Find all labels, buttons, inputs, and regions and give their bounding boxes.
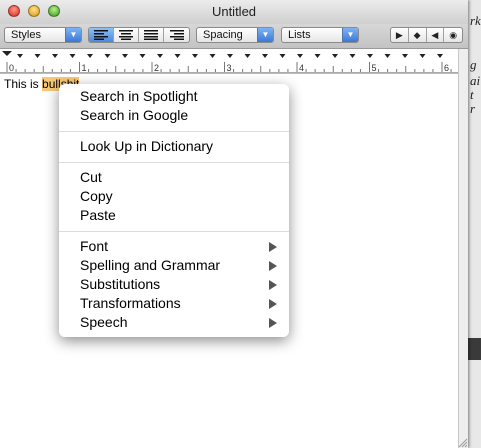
tab-stop-marker-icon	[367, 54, 373, 58]
tab-stop-marker-icon	[209, 54, 216, 58]
menu-item-transformations[interactable]: Transformations	[80, 294, 181, 313]
background-window-edge: rk g ai t r	[468, 0, 481, 448]
align-left-button[interactable]	[89, 28, 114, 42]
tab-stop-marker-icon	[384, 54, 391, 58]
window-title: Untitled	[211, 4, 257, 19]
center-tab-button[interactable]: ◆	[409, 28, 427, 42]
document-text-plain: This is	[4, 77, 43, 91]
chevron-down-icon: ▼	[65, 28, 81, 42]
tab-stop-marker-icon	[174, 54, 181, 58]
chevron-down-icon: ▼	[342, 28, 358, 42]
tab-stop-marker-icon	[34, 54, 41, 58]
tab-stop-marker-icon	[349, 54, 356, 58]
tab-stop-marker-icon	[437, 54, 443, 58]
tab-stop-marker-icon	[139, 54, 146, 58]
tab-stop-control: ▶ ◆ ◀ ◉	[390, 27, 463, 43]
ruler-scale: 0 1 2 3 4 5 6	[0, 51, 458, 73]
styles-popup[interactable]: Styles ▼	[4, 27, 82, 43]
tab-stop-marker-icon	[52, 54, 58, 58]
ruler-label: 4	[299, 63, 304, 73]
left-tab-button[interactable]: ▶	[391, 28, 409, 42]
align-justify-button[interactable]	[139, 28, 164, 42]
tab-stop-marker-icon	[419, 54, 426, 58]
context-menu: Search in Spotlight Search in Google Loo…	[59, 84, 289, 337]
align-center-icon	[119, 30, 133, 40]
menu-item-paste[interactable]: Paste	[80, 206, 116, 225]
tab-stop-marker-icon	[104, 54, 111, 58]
ruler-label: 2	[154, 63, 159, 73]
menu-separator	[59, 131, 289, 132]
lists-popup-label: Lists	[288, 29, 311, 41]
menu-item-font[interactable]: Font	[80, 237, 108, 256]
submenu-arrow-icon	[269, 299, 277, 309]
center-tab-icon: ◆	[413, 29, 421, 40]
align-center-button[interactable]	[114, 28, 139, 42]
menu-item-search-spotlight[interactable]: Search in Spotlight	[80, 87, 198, 106]
align-left-icon	[94, 30, 108, 40]
align-right-button[interactable]	[164, 28, 189, 42]
align-right-icon	[169, 30, 184, 40]
tab-stop-marker-icon	[262, 54, 268, 58]
resize-grip-icon[interactable]	[457, 428, 468, 448]
decimal-tab-icon: ◉	[449, 29, 458, 40]
menu-item-substitutions[interactable]: Substitutions	[80, 275, 160, 294]
menu-separator	[59, 162, 289, 163]
menu-item-look-up[interactable]: Look Up in Dictionary	[80, 137, 213, 156]
tab-stop-marker-icon	[297, 54, 303, 58]
tab-stop-marker-icon	[87, 54, 93, 58]
styles-popup-label: Styles	[11, 29, 41, 41]
tab-stop-marker-icon	[402, 54, 408, 58]
menu-item-copy[interactable]: Copy	[80, 187, 113, 206]
submenu-arrow-icon	[269, 318, 277, 328]
alignment-control	[88, 27, 190, 43]
lists-popup[interactable]: Lists ▼	[281, 27, 359, 43]
ruler[interactable]: 0 1 2 3 4 5 6	[0, 49, 458, 74]
tab-stop-marker-icon	[17, 54, 23, 58]
left-tab-icon: ▶	[395, 29, 403, 40]
right-tab-icon: ◀	[431, 29, 439, 40]
tab-stop-marker-icon	[314, 54, 321, 58]
menu-item-cut[interactable]: Cut	[80, 168, 102, 187]
decimal-tab-button[interactable]: ◉	[444, 28, 462, 42]
indent-marker-icon	[2, 51, 12, 56]
vertical-scrollbar[interactable]	[458, 49, 468, 448]
submenu-arrow-icon	[269, 280, 277, 290]
menu-item-search-google[interactable]: Search in Google	[80, 106, 188, 125]
tab-stop-marker-icon	[279, 54, 286, 58]
format-toolbar: Styles ▼ Spacing ▼ Lists ▼ ▶ ◆ ◀ ◉	[0, 24, 468, 49]
tab-stop-marker-icon	[157, 54, 163, 58]
title-bar[interactable]: Untitled	[0, 0, 468, 24]
submenu-arrow-icon	[269, 261, 277, 271]
tab-stop-marker-icon	[332, 54, 338, 58]
ruler-label: 1	[82, 63, 87, 73]
right-tab-button[interactable]: ◀	[427, 28, 445, 42]
tab-stop-marker-icon	[122, 54, 128, 58]
menu-separator	[59, 231, 289, 232]
tab-stop-marker-icon	[192, 54, 198, 58]
submenu-arrow-icon	[269, 242, 277, 252]
ruler-label: 3	[227, 63, 232, 73]
tab-stop-marker-icon	[244, 54, 251, 58]
chevron-down-icon: ▼	[257, 28, 273, 42]
spacing-popup[interactable]: Spacing ▼	[196, 27, 274, 43]
ruler-label: 6	[444, 63, 449, 73]
ruler-label: 5	[372, 63, 377, 73]
tab-stop-marker-icon	[69, 54, 76, 58]
spacing-popup-label: Spacing	[203, 29, 243, 41]
ruler-label: 0	[9, 63, 14, 73]
menu-item-spelling-grammar[interactable]: Spelling and Grammar	[80, 256, 220, 275]
align-justify-icon	[144, 30, 158, 40]
menu-item-speech[interactable]: Speech	[80, 313, 127, 332]
tab-stop-marker-icon	[227, 54, 233, 58]
